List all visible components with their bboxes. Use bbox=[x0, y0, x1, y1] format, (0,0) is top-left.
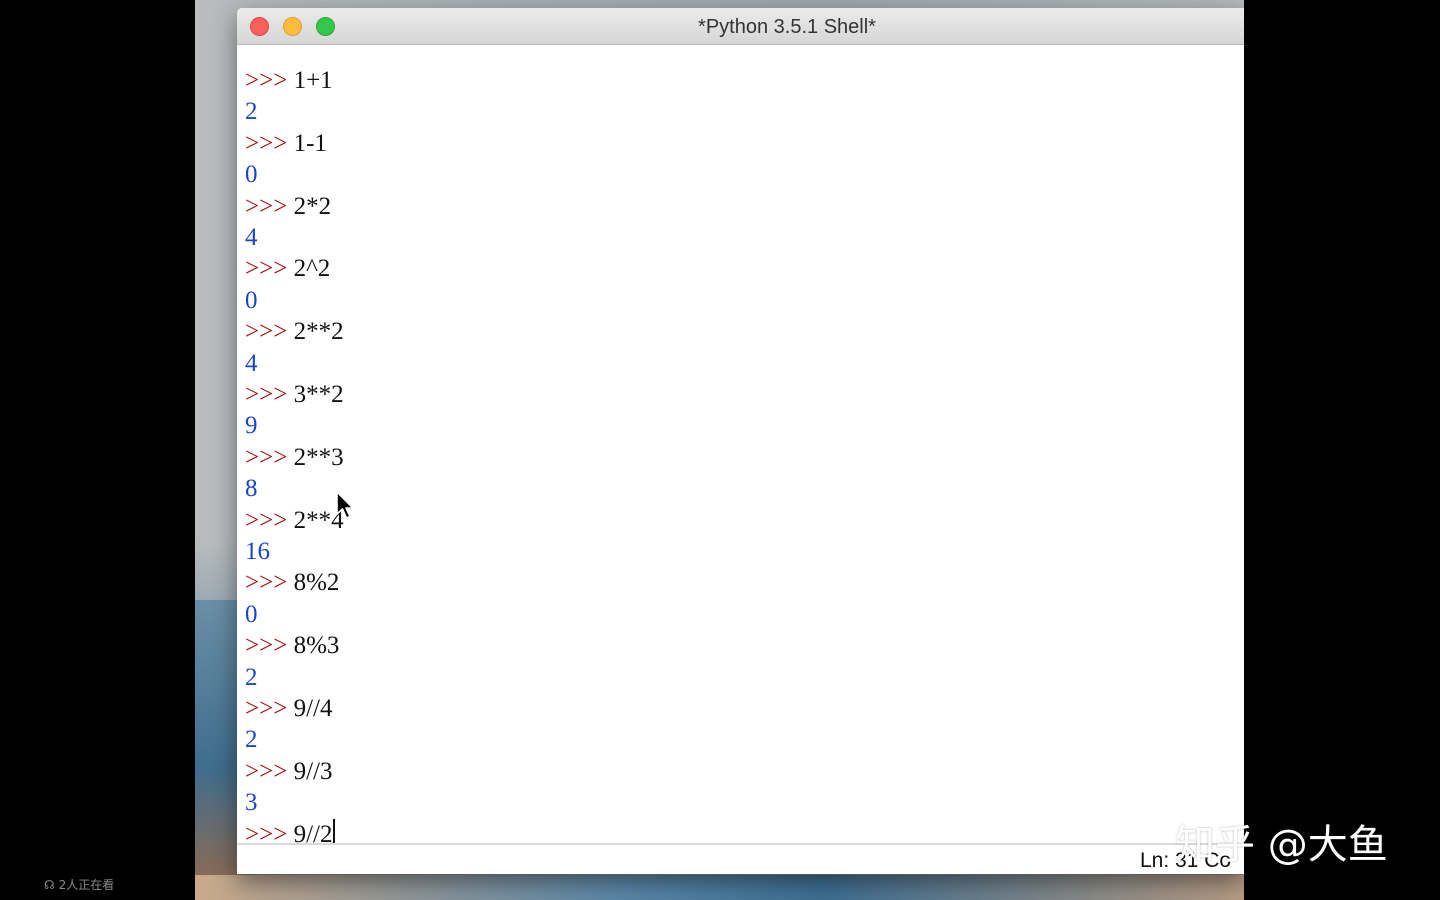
shell-input-line: >>> 1+1 bbox=[245, 65, 333, 96]
shell-output-line: 9 bbox=[245, 412, 258, 440]
shell-output-line: 4 bbox=[245, 349, 258, 377]
shell-output-line: 4 bbox=[245, 224, 258, 251]
input-text: 2*2 bbox=[293, 192, 332, 220]
input-text: 9//3 bbox=[293, 757, 333, 785]
python-shell-window: *Python 3.5.1 Shell* >>> 1+1 2 >>> 1-1 0 >>>… bbox=[237, 8, 1244, 874]
input-text: 8%2 bbox=[293, 569, 340, 597]
shell-output-line: 2 bbox=[245, 663, 258, 691]
prompt-marker: >>> bbox=[245, 569, 294, 597]
background-photo-detail bbox=[195, 875, 1244, 900]
prompt-marker: >>> bbox=[245, 632, 294, 660]
input-text: 3**2 bbox=[293, 381, 344, 408]
input-text: 2**3 bbox=[293, 443, 344, 471]
shell-input-line: >>> 3**2 bbox=[245, 379, 344, 410]
viewers-icon: ☊ bbox=[44, 878, 55, 892]
window-title: *Python 3.5.1 Shell* bbox=[698, 16, 876, 38]
prompt-marker: >>> bbox=[245, 757, 294, 785]
shell-output-line: 0 bbox=[245, 286, 258, 314]
input-text: 1-1 bbox=[293, 129, 327, 157]
prompt-marker: >>> bbox=[245, 192, 294, 220]
shell-input-line: >>> 9//4 bbox=[245, 693, 332, 724]
shell-output-line: 3 bbox=[245, 789, 258, 817]
input-text: 1+1 bbox=[293, 67, 333, 94]
shell-input-line: >>> 2**2 bbox=[245, 316, 344, 347]
prompt-marker: >>> bbox=[245, 443, 294, 471]
shell-input-line: >>> 2**4 bbox=[245, 505, 344, 536]
video-frame: *Python 3.5.1 Shell* >>> 1+1 2 >>> 1-1 0 >>>… bbox=[0, 0, 1440, 900]
prompt-marker: >>> bbox=[245, 381, 294, 408]
viewer-count-text: 2人正在看 bbox=[58, 878, 115, 892]
prompt-marker: >>> bbox=[245, 255, 294, 283]
prompt-marker: >>> bbox=[245, 695, 294, 722]
status-bar: Ln: 31 Co bbox=[237, 843, 1244, 874]
viewer-count: ☊ 2人正在看 bbox=[44, 876, 114, 893]
shell-input-line: >>> 2*2 bbox=[245, 191, 331, 222]
title-bar[interactable]: *Python 3.5.1 Shell* bbox=[237, 8, 1244, 45]
prompt-marker: >>> bbox=[245, 129, 294, 157]
shell-input-line: >>> 8%2 bbox=[245, 567, 339, 598]
input-text: 8%3 bbox=[293, 632, 340, 660]
shell-input-line: >>> 2**3 bbox=[245, 442, 344, 473]
shell-output-line: 8 bbox=[245, 475, 258, 503]
shell-input-line: >>> 9//3 bbox=[245, 756, 332, 787]
input-text: 2^2 bbox=[293, 255, 331, 283]
shell-text-area[interactable]: >>> 1+1 2 >>> 1-1 0 >>> 2*2 4 >>> 2^2 0 >>> 2**2… bbox=[237, 45, 1244, 848]
shell-input-line: >>> 1-1 bbox=[245, 128, 327, 159]
prompt-marker: >>> bbox=[245, 318, 294, 346]
shell-input-line: >>> 2^2 bbox=[245, 253, 330, 284]
prompt-marker: >>> bbox=[245, 506, 294, 534]
input-text: 2**2 bbox=[293, 318, 344, 346]
input-text: 9//4 bbox=[293, 695, 333, 722]
shell-output-line: 0 bbox=[245, 600, 258, 628]
prompt-marker: >>> bbox=[245, 67, 294, 94]
shell-output-line: 2 bbox=[245, 726, 258, 754]
shell-input-line: >>> 8%3 bbox=[245, 630, 339, 661]
mouse-pointer-icon bbox=[336, 491, 354, 519]
watermark: 知乎 @大鱼 bbox=[1175, 822, 1388, 868]
shell-output-line: 2 bbox=[245, 98, 258, 126]
shell-output-line: 16 bbox=[245, 538, 270, 565]
shell-output-line: 0 bbox=[245, 161, 258, 189]
